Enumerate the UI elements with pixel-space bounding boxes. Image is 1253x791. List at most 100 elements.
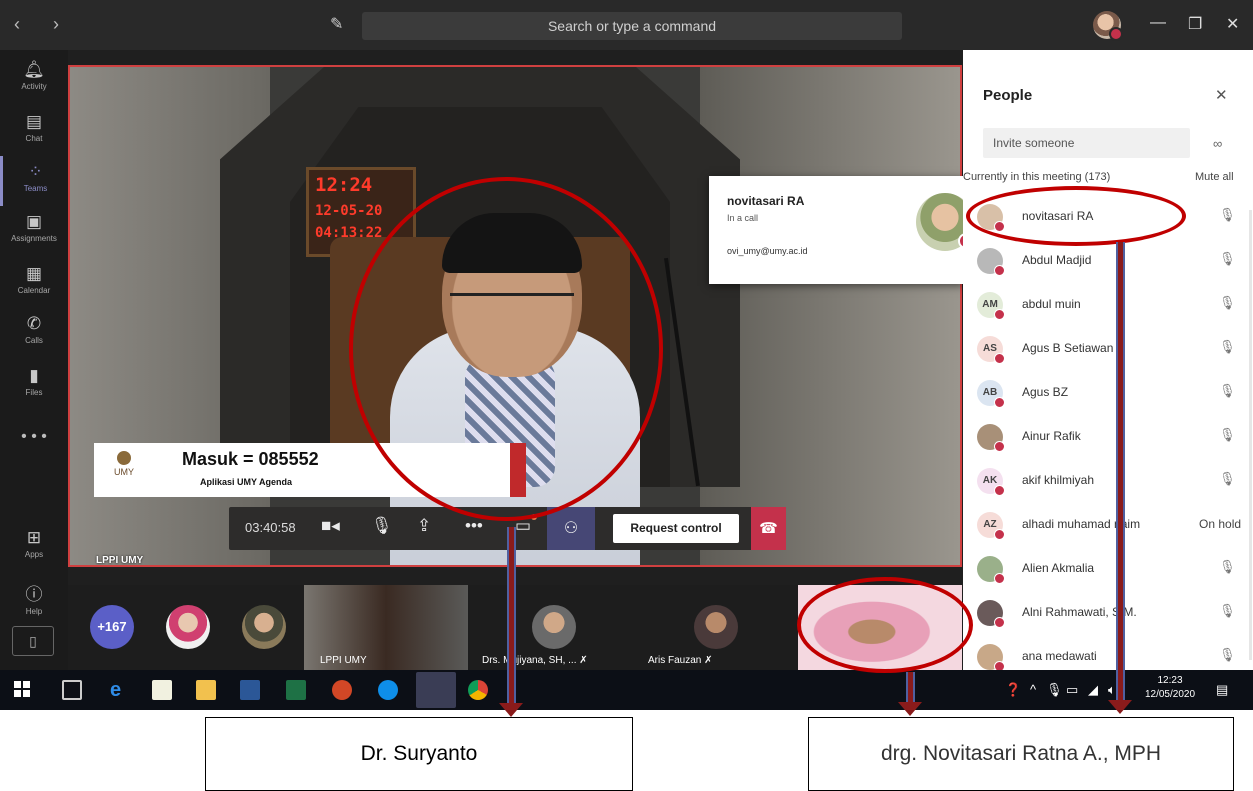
annotation-arrow-right: [1116, 242, 1125, 702]
popover-email[interactable]: ovi_umy@umy.ac.id: [727, 246, 808, 256]
participant-row[interactable]: AK akif khilmiyah 🎙︎: [963, 458, 1253, 502]
file-icon: ▮: [29, 366, 39, 385]
rail-files[interactable]: ▮ Files: [0, 360, 68, 410]
rail-chat[interactable]: ▤ Chat: [0, 106, 68, 156]
participant-avatar[interactable]: [242, 605, 286, 649]
umy-logo: UMY: [104, 451, 144, 489]
participant-tile-name: Aris Fauzan ✗: [648, 655, 713, 666]
edge-icon[interactable]: e: [110, 680, 130, 700]
device-icon[interactable]: ▯: [12, 626, 54, 656]
help-icon: ⓘ: [25, 585, 43, 604]
powerpoint-icon[interactable]: [332, 680, 352, 700]
hang-up-icon[interactable]: ☎: [751, 507, 786, 550]
profile-avatar[interactable]: [1093, 11, 1123, 41]
mic-muted-icon[interactable]: 🎙︎: [1219, 295, 1236, 311]
rail-help[interactable]: ⓘ Help: [0, 574, 68, 624]
participant-row[interactable]: Ainur Rafik 🎙︎: [963, 414, 1253, 458]
rail-activity-label: Activity: [21, 82, 47, 91]
participant-row[interactable]: AS Agus B Setiawan 🎙︎: [963, 326, 1253, 370]
mic-muted-icon[interactable]: 🎙︎: [1219, 383, 1236, 399]
more-apps-icon[interactable]: • • •: [0, 428, 68, 446]
call-timer: 03:40:58: [245, 520, 296, 535]
participants-icon[interactable]: ⚇: [547, 507, 595, 550]
excel-icon[interactable]: [286, 680, 306, 700]
participant-name: Alien Akmalia: [1022, 561, 1095, 575]
close-icon[interactable]: ✕: [1215, 86, 1228, 104]
calendar-icon: ▦: [25, 264, 43, 283]
back-forward-arrows-icon[interactable]: ‹ ›: [14, 14, 73, 35]
speaker-name-label: LPPI UMY: [96, 555, 144, 566]
participant-name: abdul muin: [1022, 297, 1081, 311]
help-tray-icon[interactable]: ❓: [1005, 682, 1021, 698]
annotation-ring-tile: [797, 577, 973, 673]
current-participants-header[interactable]: Currently in this meeting (173): [963, 171, 1110, 183]
participant-avatar: AS: [977, 336, 1005, 364]
participant-row[interactable]: AM abdul muin 🎙︎: [963, 282, 1253, 326]
participant-name: Ainur Rafik: [1022, 429, 1081, 443]
mic-muted-icon[interactable]: 🎙︎: [1219, 647, 1236, 663]
restore-icon[interactable]: ❐: [1188, 14, 1202, 34]
rail-calls[interactable]: ✆ Calls: [0, 308, 68, 358]
word-icon[interactable]: [240, 680, 260, 700]
participant-avatar[interactable]: [694, 605, 738, 649]
mic-off-icon[interactable]: 🎙︎: [371, 516, 393, 536]
battery-icon[interactable]: ▭: [1066, 682, 1078, 698]
clock[interactable]: 12:23 12/05/2020: [1141, 674, 1199, 702]
invite-input[interactable]: Invite someone: [983, 128, 1190, 158]
notification-icon[interactable]: ▤: [1216, 682, 1228, 698]
link-icon[interactable]: ∞: [1213, 136, 1222, 151]
mute-all-button[interactable]: Mute all: [1195, 171, 1234, 183]
mic-muted-icon[interactable]: 🎙︎: [1219, 603, 1236, 619]
participant-row[interactable]: Alien Akmalia 🎙︎: [963, 546, 1253, 590]
mic-muted-icon[interactable]: 🎙︎: [1219, 207, 1236, 223]
rail-assignments[interactable]: ▣ Assignments: [0, 206, 68, 256]
close-icon[interactable]: ✕: [1226, 14, 1239, 34]
rail-calendar[interactable]: ▦ Calendar: [0, 258, 68, 308]
more-participants-badge[interactable]: +167: [90, 605, 134, 649]
windows-start-icon[interactable]: [14, 681, 30, 697]
scrollbar[interactable]: [1249, 210, 1252, 660]
request-control-button[interactable]: Request control: [613, 514, 739, 543]
volume-icon[interactable]: 🔈︎: [1108, 682, 1116, 698]
assignments-icon: ▣: [25, 212, 43, 231]
participant-avatar[interactable]: [166, 605, 210, 649]
chrome-icon[interactable]: [468, 680, 488, 700]
rail-help-label: Help: [25, 607, 43, 616]
opencode-icon[interactable]: [152, 680, 172, 700]
tray-expand-icon[interactable]: ^: [1030, 682, 1036, 697]
mic-muted-icon[interactable]: 🎙︎: [1219, 339, 1236, 355]
compose-icon[interactable]: ✎: [330, 14, 343, 34]
search-input[interactable]: Search or type a command: [362, 12, 902, 40]
rail-activity[interactable]: 🔔︎ Activity: [0, 54, 68, 104]
rail-apps[interactable]: ⊞ Apps: [0, 522, 68, 572]
participant-tile[interactable]: LPPI UMY: [304, 585, 468, 670]
teamviewer-icon[interactable]: [378, 680, 398, 700]
more-options-icon[interactable]: •••: [465, 516, 483, 536]
mic-muted-icon[interactable]: 🎙︎: [1219, 251, 1236, 267]
wifi-icon[interactable]: ◢: [1088, 682, 1098, 698]
mic-muted-icon[interactable]: 🎙︎: [1219, 427, 1236, 443]
participant-name: ana medawati: [1022, 649, 1097, 663]
rail-teams[interactable]: ⁘ Teams: [0, 156, 68, 206]
participant-avatar: [977, 248, 1005, 276]
teams-taskbar-icon[interactable]: [416, 672, 456, 708]
share-screen-icon[interactable]: ⇪: [417, 516, 431, 536]
mic-tray-icon[interactable]: 🎙︎: [1046, 682, 1063, 698]
participant-tile-name-text: Aris Fauzan: [648, 655, 702, 666]
rail-apps-label: Apps: [24, 550, 44, 559]
participant-tile-name: LPPI UMY: [320, 655, 367, 666]
task-view-icon[interactable]: [62, 680, 82, 700]
camera-icon[interactable]: ■◂: [321, 516, 340, 536]
participant-name: Agus BZ: [1022, 385, 1069, 399]
popover-status: In a call: [727, 213, 759, 223]
file-explorer-icon[interactable]: [196, 680, 216, 700]
mic-muted-icon[interactable]: 🎙︎: [1219, 559, 1236, 575]
participant-row[interactable]: AB Agus BZ 🎙︎: [963, 370, 1253, 414]
minimize-icon[interactable]: —: [1150, 14, 1166, 32]
mic-muted-icon[interactable]: 🎙︎: [1219, 471, 1236, 487]
chat-icon: ▤: [25, 112, 43, 131]
participant-row[interactable]: AZ alhadi muhamad naim On hold: [963, 502, 1253, 546]
participant-avatar[interactable]: [532, 605, 576, 649]
participant-name: Agus B Setiawan: [1022, 341, 1114, 355]
participant-row[interactable]: Alni Rahmawati, S.M. 🎙︎: [963, 590, 1253, 634]
